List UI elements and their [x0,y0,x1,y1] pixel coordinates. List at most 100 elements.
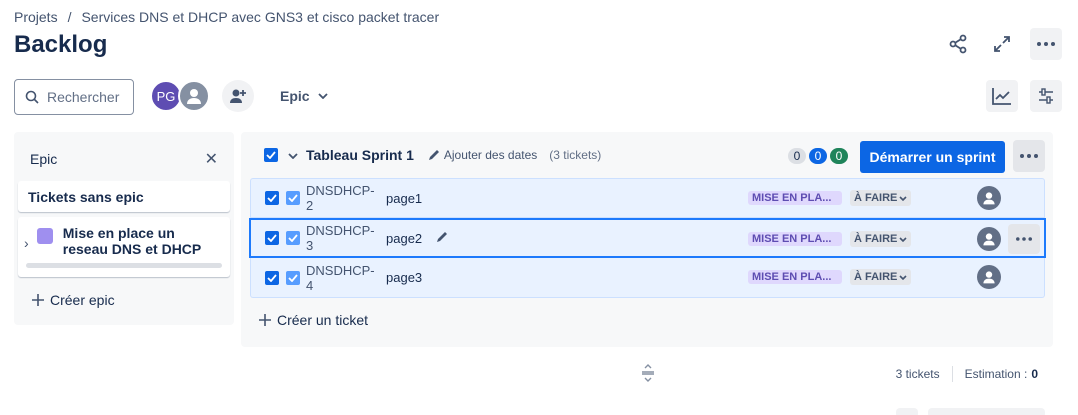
tickets-total: 3 tickets [895,367,940,381]
avatar-unassigned[interactable] [178,80,210,112]
backlog-summary: 3 tickets Estimation : 0 [896,366,1038,382]
estimate-value: 0 [1031,367,1038,381]
epic-panel: Epic ✕ Tickets sans epic › Mise en place… [14,132,234,325]
epic-lozenge[interactable]: MISE EN PLA... [748,270,842,284]
pencil-icon[interactable] [436,231,448,246]
check-icon [267,234,277,242]
assignee-avatar[interactable] [977,227,1001,251]
add-user-icon [230,89,246,103]
plus-icon [259,314,271,326]
user-icon [983,233,995,246]
fullscreen-button[interactable] [986,28,1018,60]
sprint-more-button[interactable] [1013,140,1045,172]
chevron-right-icon[interactable]: › [24,235,33,277]
view-settings-button[interactable] [1030,80,1062,112]
page-title: Backlog [14,31,108,58]
epic-lozenge[interactable]: MISE EN PLA... [748,232,842,246]
epic-color-swatch [36,228,53,244]
chevron-down-icon[interactable] [288,148,298,162]
more-actions-button[interactable] [1030,28,1062,60]
epic-lozenge[interactable]: MISE EN PLA... [748,191,842,205]
epic-panel-title: Epic [30,151,58,167]
sprint-status-counts: 0 0 0 [788,148,848,164]
issue-key[interactable]: DNSDHCP-3 [306,223,376,253]
more-icon [1037,42,1055,46]
search-box [14,79,134,115]
resize-handle[interactable] [640,364,656,387]
close-icon[interactable]: ✕ [205,149,218,169]
breadcrumb-separator: / [67,9,72,25]
status-label: À FAIRE [854,192,898,204]
avatar-group: PG [150,80,210,112]
check-icon [267,194,277,202]
status-dropdown[interactable]: À FAIRE [850,190,912,206]
breadcrumb: Projets / Services DNS et DHCP avec GNS3… [14,9,439,25]
sprint-name[interactable]: Tableau Sprint 1 [306,147,414,163]
estimate-label: Estimation : [964,367,1028,381]
search-icon [25,90,39,104]
issue-list: DNSDHCP-2 page1 MISE EN PLA... À FAIRE D… [249,178,1046,298]
row-select-checkbox[interactable] [265,191,279,205]
epic-card[interactable]: › Mise en place un reseau DNS et DHCP [18,217,230,277]
check-icon [267,273,277,282]
share-button[interactable] [942,28,974,60]
no-epic-card[interactable]: Tickets sans epic [18,181,230,212]
task-type-icon [286,270,300,285]
status-dropdown[interactable]: À FAIRE [850,231,912,247]
table-row[interactable]: DNSDHCP-4 page3 MISE EN PLA... À FAIRE [250,258,1045,298]
add-dates-button[interactable]: Ajouter des dates [428,148,537,162]
divider [951,366,953,382]
create-epic-label: Créer epic [50,292,115,308]
partial-button[interactable] [928,408,1045,415]
issue-key[interactable]: DNSDHCP-2 [306,183,376,213]
done-count-badge: 0 [830,148,848,164]
create-ticket-button[interactable]: Créer un ticket [259,312,368,328]
epic-panel-header: Epic ✕ [14,132,234,169]
sprint-header: Tableau Sprint 1 Ajouter des dates (3 ti… [241,132,1053,178]
assignee-avatar[interactable] [977,186,1001,210]
status-label: À FAIRE [854,271,898,283]
add-dates-label: Ajouter des dates [443,148,538,162]
row-select-checkbox[interactable] [265,231,279,245]
more-icon [1016,237,1032,241]
breadcrumb-project-link[interactable]: Services DNS et DHCP avec GNS3 et cisco … [81,9,439,25]
table-row[interactable]: DNSDHCP-2 page1 MISE EN PLA... À FAIRE [250,178,1045,218]
share-icon [949,34,967,54]
page-actions [942,28,1062,60]
chart-trend-icon [992,88,1011,105]
user-icon [983,192,995,205]
sprint-checkbox[interactable] [264,148,278,162]
assignee-avatar[interactable] [977,265,1001,289]
start-sprint-button[interactable]: Démarrer un sprint [860,141,1005,173]
epic-filter-dropdown[interactable]: Epic [272,80,336,112]
task-type-icon [286,191,300,205]
chevron-down-icon [317,93,328,99]
user-icon [983,271,995,284]
issue-summary[interactable]: page3 [386,270,422,285]
chevron-down-icon [899,236,907,242]
chevron-down-icon [899,274,907,280]
status-dropdown[interactable]: À FAIRE [850,269,912,285]
pencil-icon [428,150,439,160]
add-people-button[interactable] [222,80,254,112]
status-label: À FAIRE [854,233,898,245]
search-input[interactable] [47,89,127,105]
settings-sliders-icon [1039,88,1053,104]
create-ticket-label: Créer un ticket [277,312,369,328]
breadcrumb-projects-link[interactable]: Projets [14,9,58,25]
epic-filter-label: Epic [280,88,310,104]
insights-button[interactable] [986,80,1018,112]
partial-button[interactable] [896,408,918,415]
issue-summary[interactable]: page2 [386,231,422,246]
table-row[interactable]: DNSDHCP-3 page2 MISE EN PLA... À FAIRE [249,218,1046,258]
chevron-down-icon [899,195,907,201]
sprint-ticket-count: (3 tickets) [549,148,602,162]
create-epic-button[interactable]: Créer epic [32,292,115,308]
sprint-panel: Tableau Sprint 1 Ajouter des dates (3 ti… [241,132,1053,347]
check-icon [266,151,276,159]
row-more-button[interactable] [1008,224,1040,254]
issue-key[interactable]: DNSDHCP-4 [306,263,376,293]
issue-summary[interactable]: page1 [386,191,422,206]
drag-handle-icon [642,364,654,382]
row-select-checkbox[interactable] [265,270,279,285]
